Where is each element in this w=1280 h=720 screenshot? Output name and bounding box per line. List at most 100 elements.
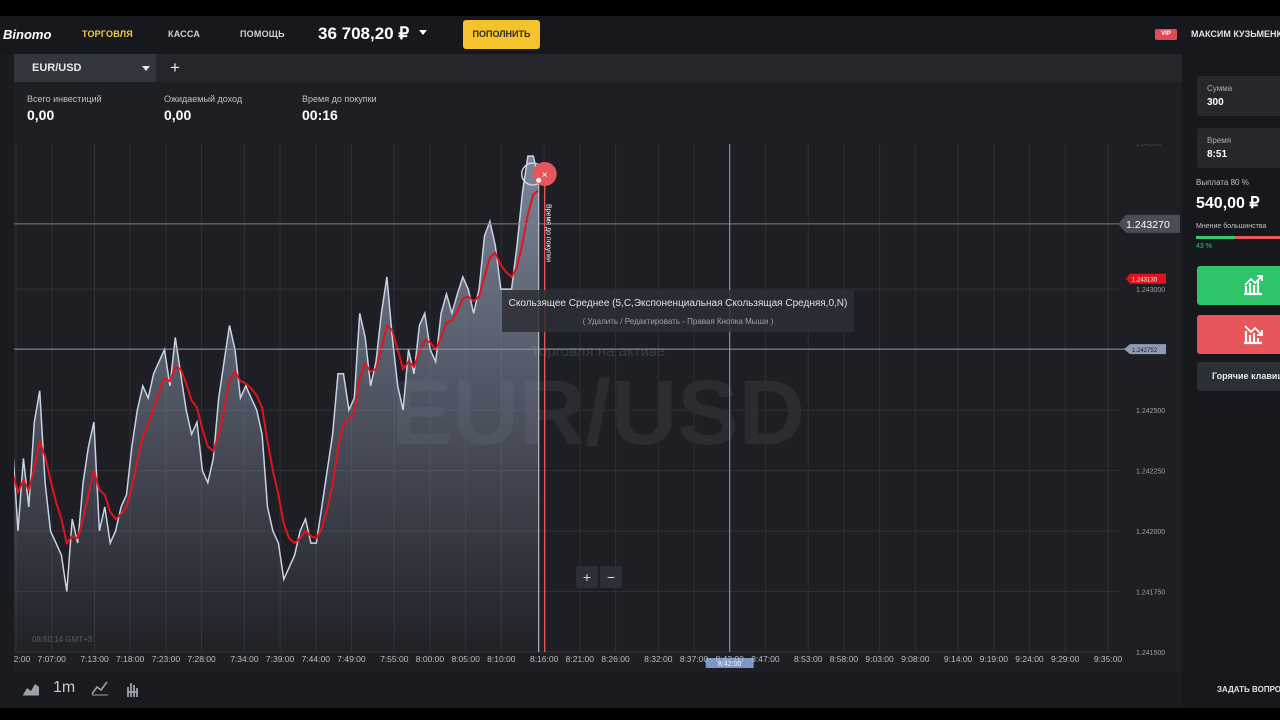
- x-tick-label: 7:39:00: [266, 654, 295, 664]
- chart-toolbar: 1m: [0, 672, 1182, 708]
- y-tick-label: 1.242500: [1136, 408, 1165, 415]
- header: Binomo ТОРГОВЛЯ КАССА ПОМОЩЬ 36 708,20 ₽…: [0, 16, 1280, 54]
- balance[interactable]: 36 708,20 ₽: [318, 24, 409, 44]
- chart-series: [14, 155, 540, 652]
- x-tick-label: 9:14:00: [944, 654, 973, 664]
- expected-income-value: 0,00: [164, 107, 192, 123]
- amount-value[interactable]: 300: [1207, 97, 1224, 108]
- buy-up-button[interactable]: [1197, 266, 1280, 305]
- left-strip: [0, 54, 14, 672]
- indicator-hint: ( Удалить / Редактировать - Правая Кнопк…: [582, 317, 774, 326]
- drawing-tools-icon[interactable]: [125, 680, 139, 703]
- majority-opinion-percent: 43 %: [1196, 243, 1212, 250]
- nav-help[interactable]: ПОМОЩЬ: [240, 29, 285, 39]
- y-tick-label: 1.243500: [1136, 144, 1162, 148]
- x-tick-label: 7:18:00: [116, 654, 145, 664]
- nav-trade[interactable]: ТОРГОВЛЯ: [82, 29, 133, 39]
- bottom-letterbox: [0, 708, 1280, 720]
- y-tick-label: 1.242000: [1136, 529, 1165, 536]
- total-invest-label: Всего инвестиций: [27, 94, 102, 104]
- x-tick-label: 8:26:00: [601, 654, 630, 664]
- zoom-out-button[interactable]: −: [600, 566, 622, 588]
- x-tick-label: 9:24:00: [1015, 654, 1044, 664]
- trade-panel: Сумма 300 Время 8:51 Выплата 80 % 540,00…: [1182, 54, 1280, 708]
- timeframe-selector[interactable]: 1m: [53, 679, 75, 697]
- payout-label: Выплата 80 %: [1196, 178, 1249, 187]
- ask-question-button[interactable]: ЗАДАТЬ ВОПРОС: [1217, 685, 1280, 694]
- x-tick-label: 8:47:00: [751, 654, 780, 664]
- deposit-button[interactable]: ПОПОЛНИТЬ: [463, 20, 540, 49]
- x-tick-label: 8:53:00: [794, 654, 823, 664]
- x-axis: 7:02:00 7:07:00 7:13:00 7:18:00 7:23:00 7:28:…: [14, 654, 1122, 664]
- trading-overlay-text: Торговля на активе: [531, 343, 665, 360]
- zoom-in-button[interactable]: +: [576, 566, 598, 588]
- time-to-purchase-label: Время до покупки: [302, 94, 377, 104]
- current-point-marker: [536, 177, 542, 183]
- time-field[interactable]: Время 8:51: [1197, 128, 1280, 168]
- chart-type-icon[interactable]: [22, 680, 40, 701]
- x-tick-label: 7:44:00: [302, 654, 331, 664]
- indicators-icon[interactable]: [91, 680, 109, 701]
- x-tick-label: 8:10:00: [487, 654, 516, 664]
- x-tick-label: 8:32:00: [644, 654, 673, 664]
- y-tick-label: 1.242250: [1136, 469, 1165, 476]
- y-tick-label: 1.241500: [1136, 650, 1165, 657]
- x-tick-label: 7:02:00: [14, 654, 30, 664]
- expected-income: Ожидаемый доход 0,00: [164, 94, 242, 123]
- x-tick-label: 8:58:00: [830, 654, 859, 664]
- strike-price-label: 1.242752: [1132, 348, 1158, 354]
- x-tick-label: 9:19:00: [980, 654, 1009, 664]
- binomo-logo[interactable]: Binomo: [3, 27, 51, 42]
- total-invest-value: 0,00: [27, 107, 55, 123]
- asset-tabs: EUR/USD +: [14, 54, 1182, 82]
- time-to-purchase: Время до покупки 00:16: [302, 94, 377, 123]
- indicator-name: Скользящее Среднее (5,C,Экспоненциальная…: [508, 298, 848, 309]
- x-tick-label: 8:37:00: [680, 654, 709, 664]
- user-name[interactable]: МАКСИМ КУЗЬМЕНКО: [1191, 29, 1280, 39]
- expected-income-label: Ожидаемый доход: [164, 94, 243, 104]
- add-tab-button[interactable]: +: [166, 56, 184, 80]
- x-tick-label: 7:23:00: [152, 654, 181, 664]
- asset-tab-eurusd[interactable]: EUR/USD: [14, 54, 156, 82]
- majority-opinion-bar: [1196, 236, 1280, 239]
- majority-opinion-label: Мнение большинства: [1196, 223, 1267, 230]
- indicator-tooltip[interactable]: Скользящее Среднее (5,C,Экспоненциальная…: [502, 290, 854, 332]
- y-tick-label: 1.243000: [1136, 287, 1165, 294]
- purchase-line-label: Время до покупки: [545, 204, 552, 262]
- chevron-down-icon: [142, 66, 150, 71]
- chart-down-icon: [1244, 325, 1263, 345]
- nav-cashier[interactable]: КАССА: [168, 29, 200, 39]
- amount-field[interactable]: Сумма 300: [1197, 76, 1280, 116]
- x-tick-label: 8:00:00: [416, 654, 445, 664]
- hotkeys-button[interactable]: Горячие клавиши: [1197, 362, 1280, 391]
- chart-up-icon: [1244, 275, 1263, 296]
- x-tick-label: 8:21:00: [566, 654, 595, 664]
- x-tick-label: 7:55:00: [380, 654, 409, 664]
- amount-label: Сумма: [1207, 84, 1233, 93]
- buy-down-button[interactable]: [1197, 315, 1280, 354]
- time-to-purchase-value: 00:16: [302, 107, 338, 123]
- x-tick-label: 7:07:00: [37, 654, 66, 664]
- chevron-down-icon[interactable]: [419, 30, 427, 35]
- x-tick-label: 7:34:00: [230, 654, 259, 664]
- vip-badge: VIP: [1155, 29, 1177, 40]
- x-tick-label: 9:35:00: [1094, 654, 1123, 664]
- asset-tab-label: EUR/USD: [32, 62, 82, 74]
- majority-opinion-fill: [1196, 236, 1235, 239]
- time-value[interactable]: 8:51: [1207, 149, 1227, 160]
- server-time: 08:50:14 GMT+3: [32, 635, 93, 644]
- time-label: Время: [1207, 136, 1232, 145]
- close-icon: ×: [542, 170, 548, 181]
- total-invest: Всего инвестиций 0,00: [27, 94, 102, 123]
- x-tick-label: 8:05:00: [451, 654, 480, 664]
- current-price-label: 1.243270: [1126, 219, 1170, 231]
- payout-value: 540,00 ₽: [1196, 195, 1260, 212]
- x-tick-label: 7:13:00: [80, 654, 109, 664]
- x-tick-label: 8:16:00: [530, 654, 559, 664]
- ma-price-label: 1.243130: [1132, 278, 1158, 284]
- price-chart[interactable]: EUR/USD Торговля на активе Время до поку…: [14, 144, 1182, 672]
- y-tick-label: 1.241750: [1136, 590, 1165, 597]
- x-tick-label: 9:29:00: [1051, 654, 1080, 664]
- x-tick-label: 8:42:00: [716, 654, 745, 664]
- x-tick-label: 9:03:00: [865, 654, 894, 664]
